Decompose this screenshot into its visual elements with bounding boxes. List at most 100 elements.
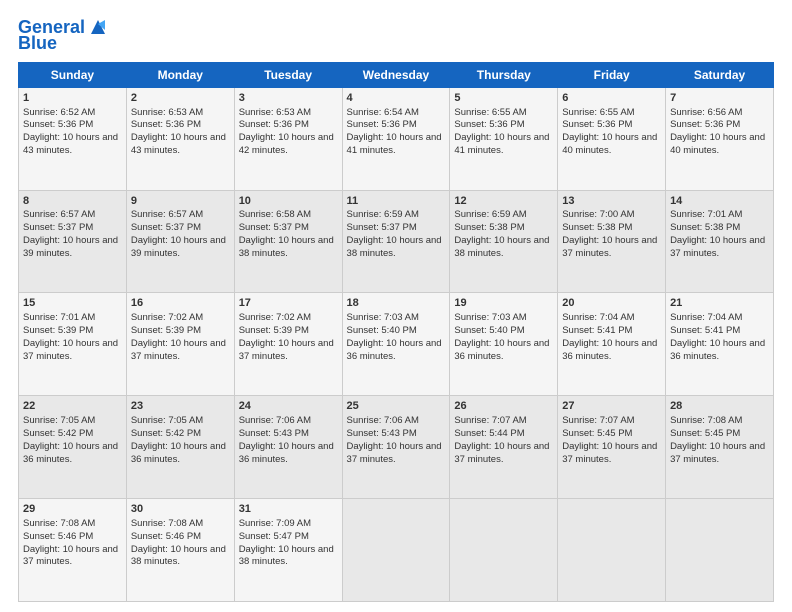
calendar-table: SundayMondayTuesdayWednesdayThursdayFrid… — [18, 62, 774, 602]
calendar-body: 1Sunrise: 6:52 AM Sunset: 5:36 PM Daylight… — [19, 87, 774, 601]
daylight-label: Daylight: 10 hours and 41 minutes. — [347, 132, 442, 156]
daylight-label: Daylight: 10 hours and 37 minutes. — [562, 235, 657, 259]
day-number: 13 — [562, 194, 661, 209]
calendar-cell: 19Sunrise: 7:03 AMSunset: 5:40 PMDayligh… — [450, 293, 558, 396]
daylight-label: Daylight: 10 hours and 37 minutes. — [670, 235, 765, 259]
calendar-cell: 21Sunrise: 7:04 AMSunset: 5:41 PMDayligh… — [666, 293, 774, 396]
day-number: 29 — [23, 502, 122, 517]
daylight-label: Daylight: 10 hours and 38 minutes. — [454, 235, 549, 259]
sunset: Sunset: 5:46 PM — [131, 531, 201, 542]
day-number: 5 — [454, 91, 553, 106]
day-number: 11 — [347, 194, 446, 209]
daylight-label: Daylight: 10 hours and 38 minutes. — [239, 235, 334, 259]
sunrise: Sunrise: 7:05 AM — [131, 415, 203, 426]
daylight-label: Daylight: 10 hours and 38 minutes. — [347, 235, 442, 259]
daylight-label: Daylight: 10 hours and 37 minutes. — [670, 441, 765, 465]
sunrise: Sunrise: 6:53 AM — [239, 107, 311, 118]
calendar-cell: 7Sunrise: 6:56 AMSunset: 5:36 PMDaylight… — [666, 87, 774, 190]
day-number: 14 — [670, 194, 769, 209]
sunrise: Sunrise: 7:00 AM — [562, 209, 634, 220]
day-number: 19 — [454, 296, 553, 311]
sunrise: Sunrise: 7:08 AM — [23, 518, 95, 529]
day-header-tuesday: Tuesday — [234, 62, 342, 87]
calendar-cell: 13Sunrise: 7:00 AM Sunset: 5:38 PM Dayligh… — [558, 190, 666, 293]
day-number: 21 — [670, 296, 769, 311]
calendar-cell: 31Sunrise: 7:09 AMSunset: 5:47 PMDayligh… — [234, 499, 342, 602]
sunrise: Sunrise: 7:06 AM — [347, 415, 419, 426]
sunset: Sunset: 5:36 PM — [131, 119, 201, 130]
sunrise: Sunrise: 7:07 AM — [454, 415, 526, 426]
sunset: Sunset: 5:36 PM — [347, 119, 417, 130]
calendar-cell: 3Sunrise: 6:53 AMSunset: 5:36 PMDaylight… — [234, 87, 342, 190]
sunrise: Sunrise: 7:07 AM — [562, 415, 634, 426]
sunset: Sunset: 5:36 PM — [670, 119, 740, 130]
calendar-cell: 22Sunrise: 7:05 AMSunset: 5:42 PMDayligh… — [19, 396, 127, 499]
daylight-label: Daylight: 10 hours and 39 minutes. — [23, 235, 118, 259]
calendar-cell: 10Sunrise: 6:58 AMSunset: 5:37 PMDayligh… — [234, 190, 342, 293]
sunset: Sunset: 5:37 PM — [131, 222, 201, 233]
sunrise: Sunrise: 6:57 AM — [23, 209, 95, 220]
day-number: 2 — [131, 91, 230, 106]
sunrise: Sunrise: 6:59 AM — [454, 209, 526, 220]
calendar-cell — [342, 499, 450, 602]
sunrise: Sunrise: 7:05 AM — [23, 415, 95, 426]
sunset: Sunset: 5:38 PM — [562, 222, 632, 233]
sunset: Sunset: 5:42 PM — [131, 428, 201, 439]
sunset: Sunset: 5:39 PM — [23, 325, 93, 336]
day-number: 1 — [23, 91, 122, 106]
sunrise: Sunrise: 7:02 AM — [131, 312, 203, 323]
daylight-label: Daylight: 10 hours and 39 minutes. — [131, 235, 226, 259]
day-number: 26 — [454, 399, 553, 414]
calendar-cell: 2Sunrise: 6:53 AMSunset: 5:36 PMDaylight… — [126, 87, 234, 190]
sunrise: Sunrise: 6:58 AM — [239, 209, 311, 220]
sunrise: Sunrise: 7:06 AM — [239, 415, 311, 426]
sunset: Sunset: 5:44 PM — [454, 428, 524, 439]
day-header-friday: Friday — [558, 62, 666, 87]
sunrise: Sunrise: 6:53 AM — [131, 107, 203, 118]
sunset: Sunset: 5:40 PM — [454, 325, 524, 336]
calendar-cell — [558, 499, 666, 602]
daylight-label: Daylight: 10 hours and 37 minutes. — [347, 441, 442, 465]
calendar-cell: 8Sunrise: 6:57 AM Sunset: 5:37 PM Daylight… — [19, 190, 127, 293]
calendar-cell: 12Sunrise: 6:59 AMSunset: 5:38 PMDayligh… — [450, 190, 558, 293]
day-number: 17 — [239, 296, 338, 311]
calendar-cell: 23Sunrise: 7:05 AMSunset: 5:42 PMDayligh… — [126, 396, 234, 499]
daylight-label: Daylight: 10 hours and 36 minutes. — [562, 338, 657, 362]
day-header-wednesday: Wednesday — [342, 62, 450, 87]
sunrise: Sunrise: 7:04 AM — [562, 312, 634, 323]
calendar-cell: 18Sunrise: 7:03 AMSunset: 5:40 PMDayligh… — [342, 293, 450, 396]
sunset: Sunset: 5:37 PM — [23, 222, 93, 233]
sunrise: Sunrise: 6:52 AM — [23, 107, 95, 118]
sunset: Sunset: 5:43 PM — [239, 428, 309, 439]
daylight-label: Daylight: 10 hours and 37 minutes. — [454, 441, 549, 465]
day-number: 25 — [347, 399, 446, 414]
day-number: 12 — [454, 194, 553, 209]
calendar-week-row: 1Sunrise: 6:52 AM Sunset: 5:36 PM Daylight… — [19, 87, 774, 190]
sunrise: Sunrise: 7:01 AM — [23, 312, 95, 323]
calendar-week-row: 29Sunrise: 7:08 AMSunset: 5:46 PMDayligh… — [19, 499, 774, 602]
daylight-label: Daylight: 10 hours and 37 minutes. — [562, 441, 657, 465]
sunrise: Sunrise: 6:56 AM — [670, 107, 742, 118]
calendar-cell: 28Sunrise: 7:08 AMSunset: 5:45 PMDayligh… — [666, 396, 774, 499]
calendar-cell: 4Sunrise: 6:54 AMSunset: 5:36 PMDaylight… — [342, 87, 450, 190]
day-header-sunday: Sunday — [19, 62, 127, 87]
day-header-saturday: Saturday — [666, 62, 774, 87]
daylight-label: Daylight: 10 hours and 37 minutes. — [23, 338, 118, 362]
day-number: 10 — [239, 194, 338, 209]
daylight-label: Daylight: 10 hours and 40 minutes. — [670, 132, 765, 156]
page: General Blue SundayMondayTuesdayWednesda… — [0, 0, 792, 612]
day-header-thursday: Thursday — [450, 62, 558, 87]
sunrise: Sunrise: 7:02 AM — [239, 312, 311, 323]
sunset: Sunset: 5:36 PM — [454, 119, 524, 130]
calendar-cell: 6Sunrise: 6:55 AMSunset: 5:36 PMDaylight… — [558, 87, 666, 190]
sunset: Sunset: 5:38 PM — [670, 222, 740, 233]
day-number: 8 — [23, 194, 122, 209]
logo-icon — [87, 16, 109, 38]
sunset: Sunset: 5:36 PM — [562, 119, 632, 130]
sunrise: Sunrise: 7:03 AM — [454, 312, 526, 323]
daylight-label: Daylight: 10 hours and 41 minutes. — [454, 132, 549, 156]
day-number: 28 — [670, 399, 769, 414]
sunset: Sunset: 5:46 PM — [23, 531, 93, 542]
sunrise: Sunrise: 7:08 AM — [131, 518, 203, 529]
day-number: 6 — [562, 91, 661, 106]
